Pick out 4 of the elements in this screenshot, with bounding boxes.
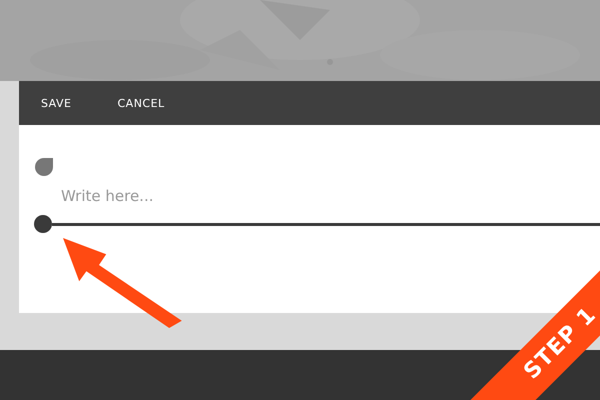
insert-handle[interactable] [34,215,52,233]
toolbar-button[interactable]: SAVE [31,90,82,116]
toolbar-button[interactable]: CANCEL [107,90,175,116]
marker-icon [35,158,53,176]
